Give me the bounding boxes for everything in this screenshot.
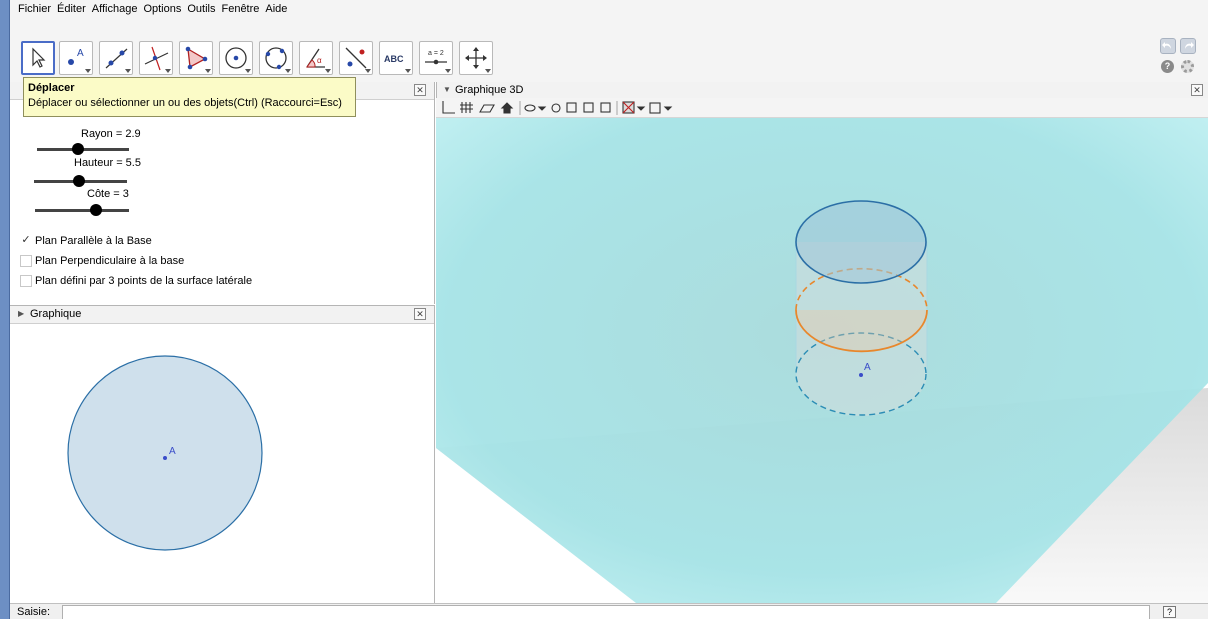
checkbox-row-plan-perpendiculaire[interactable]: Plan Perpendiculaire à la base (20, 255, 184, 267)
svg-text:α: α (317, 56, 322, 65)
tooltip-title: Déplacer (28, 82, 75, 94)
checkbox-plan-perpendiculaire[interactable] (20, 255, 32, 267)
svg-text:a = 2: a = 2 (428, 50, 444, 57)
svg-text:ABC: ABC (384, 54, 404, 64)
text-tool-button[interactable]: ABC (379, 41, 413, 75)
collapse-icon[interactable]: ▼ (443, 85, 451, 94)
redo-button[interactable] (1180, 38, 1196, 54)
angle-tool-button[interactable]: α (299, 41, 333, 75)
circle-three-points-tool-button[interactable] (259, 41, 293, 75)
point-A-icon: A (68, 48, 84, 65)
tool-tooltip: Déplacer Déplacer ou sélectionner un ou … (23, 77, 356, 117)
slider-cote-track[interactable] (35, 209, 129, 212)
slider-tool-button[interactable]: a = 2 (419, 41, 453, 75)
graphics-canvas[interactable]: A (10, 325, 434, 603)
slider-icon: a = 2 (425, 50, 447, 65)
slider-hauteur-knob[interactable] (73, 175, 85, 187)
point-tool-button[interactable]: A (59, 41, 93, 75)
menu-aide[interactable]: Aide (265, 3, 287, 15)
angle-icon: α (306, 48, 325, 68)
point-A-3d-label: A (864, 362, 871, 373)
view-cube-icon-3 (600, 102, 611, 113)
style-bar-icons (442, 101, 673, 115)
menu-affichage[interactable]: Affichage (92, 3, 138, 15)
checkbox-plan-trois-points[interactable] (20, 275, 32, 287)
circle-three-points-icon (265, 47, 287, 70)
perpendicular-tool-button[interactable] (139, 41, 173, 75)
cylinder-top-ellipse[interactable] (795, 200, 927, 284)
reflect-line-icon (345, 47, 367, 69)
move-graphics-tool-button[interactable] (459, 41, 493, 75)
graphics3d-style-bar (436, 98, 1208, 118)
grid-icon (460, 102, 473, 113)
input-field[interactable] (62, 605, 1150, 619)
undo-icon (1162, 42, 1171, 49)
base-circle[interactable] (67, 355, 263, 551)
undo-button[interactable] (1160, 38, 1176, 54)
geogebra-window: Fichier Éditer Affichage Options Outils … (10, 0, 1208, 619)
checkbox-label: Plan Perpendiculaire à la base (35, 255, 185, 267)
line-tool-button[interactable] (99, 41, 133, 75)
point-A-3d[interactable] (859, 373, 863, 377)
window-left-border (0, 0, 10, 619)
line-icon (105, 48, 128, 69)
circle-tool-button[interactable] (219, 41, 253, 75)
checkbox-plan-parallele[interactable]: ✓ (20, 235, 32, 247)
tooltip-text: Déplacer ou sélectionner un ou des objet… (28, 97, 342, 109)
graphics-title: Graphique (30, 308, 82, 320)
slider-cote-label: Côte = 3 (87, 188, 129, 200)
rotate-view-icon (524, 104, 536, 112)
graphics3d-panel: ▼ Graphique 3D ✕ A (436, 82, 1208, 603)
close-algebra-button[interactable]: ✕ (414, 84, 426, 96)
menu-fichier[interactable]: Fichier (18, 3, 51, 15)
menu-fenetre[interactable]: Fenêtre (221, 3, 259, 15)
graphics3d-canvas[interactable]: A (436, 118, 1208, 603)
polygon-tool-button[interactable] (179, 41, 213, 75)
text-ABC-icon: ABC (384, 54, 404, 64)
close-graphics3d-button[interactable]: ✕ (1191, 84, 1203, 96)
view-cube-icon-1 (566, 102, 577, 113)
graphics-panel: ▶ Graphique ✕ A (10, 305, 435, 603)
graphics-panel-header: ▶ Graphique ✕ (10, 306, 434, 324)
cursor-arrow-icon (32, 47, 46, 68)
slider-rayon-knob[interactable] (72, 143, 84, 155)
view-cube-icon-2 (583, 102, 594, 113)
expand-icon[interactable]: ▶ (18, 309, 24, 318)
slider-cote-knob[interactable] (90, 204, 102, 216)
input-label: Saisie: (17, 606, 51, 618)
input-help-button[interactable]: ? (1163, 606, 1176, 618)
move-view-icon (465, 47, 487, 69)
checkbox-label: Plan Parallèle à la Base (35, 235, 152, 247)
home-icon (500, 102, 514, 114)
point-A-label: A (169, 446, 176, 457)
graphics3d-title: Graphique 3D (455, 84, 524, 96)
menu-outils[interactable]: Outils (187, 3, 215, 15)
menu-options[interactable]: Options (143, 3, 181, 15)
toolbar: A α ABC a = 2 ? (10, 36, 1208, 82)
view-front-icon (551, 103, 561, 113)
checkbox-label: Plan défini par 3 points de la surface l… (35, 275, 253, 287)
checkbox-row-plan-parallele[interactable]: ✓ Plan Parallèle à la Base (20, 235, 152, 247)
gear-icon[interactable] (1181, 60, 1194, 73)
polygon-icon (185, 46, 208, 70)
slider-hauteur-label: Hauteur = 5.5 (74, 157, 141, 169)
svg-text:A: A (77, 48, 84, 59)
axes-icon (442, 101, 455, 114)
point-A[interactable] (163, 456, 167, 460)
undo-redo-group: ? (1160, 38, 1200, 78)
checkbox-row-plan-trois-points[interactable]: Plan défini par 3 points de la surface l… (20, 275, 252, 287)
projection-icon (649, 102, 661, 114)
move-tool-button[interactable] (21, 41, 55, 75)
perpendicular-line-icon (144, 46, 169, 71)
input-bar: Saisie: ? (10, 603, 1208, 619)
circle-center-icon (225, 47, 247, 69)
close-graphics-button[interactable]: ✕ (414, 308, 426, 320)
help-icon[interactable]: ? (1161, 60, 1174, 73)
menu-editer[interactable]: Éditer (57, 3, 86, 15)
slider-rayon-label: Rayon = 2.9 (81, 128, 141, 140)
menu-bar: Fichier Éditer Affichage Options Outils … (10, 0, 1208, 36)
reflect-tool-button[interactable] (339, 41, 373, 75)
redo-icon (1185, 42, 1194, 49)
plane-icon (479, 104, 495, 113)
